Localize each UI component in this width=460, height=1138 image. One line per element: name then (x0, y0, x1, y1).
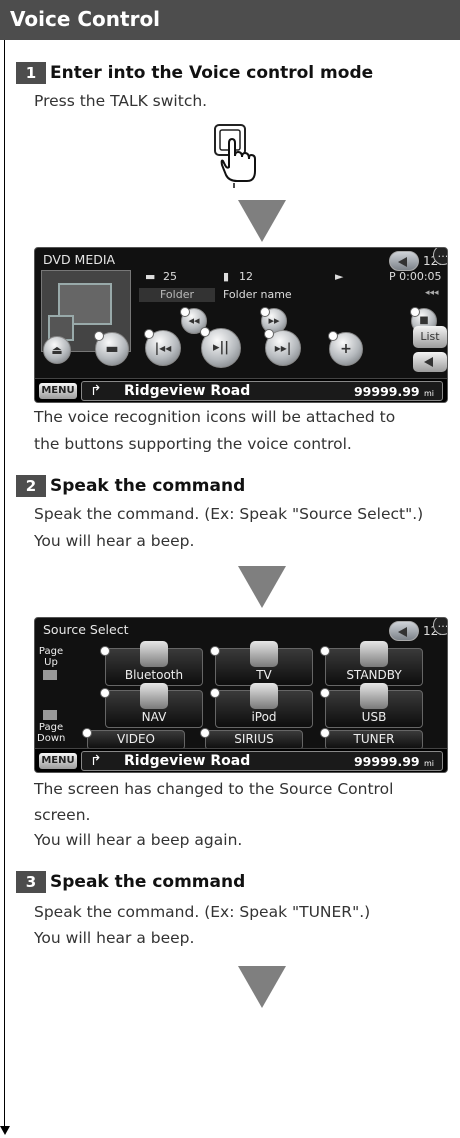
source-select-screen: Source Select 12: … Page Up Page Down Bl… (34, 617, 448, 773)
finger-press-icon (214, 124, 256, 188)
step-number: 1 (16, 62, 46, 84)
nav-icon (140, 683, 168, 709)
back-button[interactable] (389, 621, 419, 641)
list-button[interactable]: List (413, 326, 447, 348)
source-tuner-button[interactable]: TUNER (320, 728, 423, 750)
step-3-instruction: Speak the command. (Ex: Speak "TUNER".) (34, 903, 371, 921)
step-2-instruction: Speak the command. (Ex: Speak "Source Se… (34, 505, 424, 523)
step-3-beep: You will hear a beep. (34, 929, 195, 947)
road-name: Ridgeview Road (124, 383, 251, 399)
menu-button[interactable]: MENU (39, 753, 77, 769)
source-nav-button[interactable]: NAV (100, 683, 203, 728)
power-icon (360, 641, 388, 667)
talk-icon: … (433, 618, 447, 635)
ipod-icon (250, 683, 278, 709)
continuation-arrow (0, 1126, 10, 1135)
step-2-beep: You will hear a beep. (34, 532, 195, 550)
step-number: 2 (16, 475, 46, 497)
folder-name: Folder name (223, 288, 292, 301)
turn-arrow-icon: ↱ (90, 753, 102, 769)
bluetooth-icon (140, 641, 168, 667)
previous-button[interactable]: |◂◂ (144, 329, 181, 366)
file-icon: ▮ (223, 270, 230, 283)
return-button[interactable] (413, 352, 447, 372)
play-time: P 0:00:05 (389, 270, 442, 283)
step-title: Speak the command (50, 872, 246, 892)
talk-icon: … (433, 248, 447, 265)
track-info: ▬ 25 ▮ 12 ► P 0:00:05 (139, 270, 445, 284)
source-tv-button[interactable]: TV (210, 641, 313, 686)
dvd-media-screen: DVD MEDIA 12: … ▬ 25 ▮ 12 ► P 0:00:05 Fo… (34, 247, 448, 403)
page-down-icon (43, 710, 57, 720)
page-up-icon (43, 670, 57, 680)
turn-arrow-icon: ↱ (90, 383, 102, 399)
step-title: Speak the command (50, 476, 246, 496)
result-text-line2: the buttons supporting the voice control… (34, 435, 352, 453)
source-ipod-button[interactable]: iPod (210, 683, 313, 728)
step-title: Enter into the Voice control mode (50, 63, 374, 83)
down-arrow (238, 566, 286, 608)
source-bluetooth-button[interactable]: Bluetooth (100, 641, 203, 686)
eject-button[interactable]: ⏏ (43, 336, 71, 364)
usb-icon (360, 683, 388, 709)
section-header: Voice Control (0, 0, 460, 40)
menu-button[interactable]: MENU (39, 383, 77, 399)
file-count: 12 (239, 270, 253, 283)
page-down-button[interactable]: Page Down (37, 722, 65, 744)
navigation-status-bar: MENU ↱ Ridgeview Road 99999.99 mi (35, 748, 447, 772)
folder-icon: ▬ (145, 270, 156, 283)
folder-down-button[interactable]: ▬ (94, 331, 129, 366)
road-name: Ridgeview Road (124, 753, 251, 769)
distance: 99999.99 mi (353, 384, 434, 399)
back-button[interactable] (389, 251, 419, 271)
section-title: Voice Control (10, 7, 161, 31)
step-number: 3 (16, 871, 46, 893)
step-1-instruction: Press the TALK switch. (34, 92, 208, 110)
distance: 99999.99 mi (353, 754, 434, 769)
play-pause-button[interactable]: ▸|| (200, 327, 241, 368)
down-arrow (238, 966, 286, 1008)
page-up-button[interactable]: Page Up (37, 646, 65, 668)
screen-title: Source Select (43, 622, 129, 637)
down-arrow (238, 200, 286, 242)
result2-text-line3: You will hear a beep again. (34, 831, 243, 849)
play-status-icon: ► (335, 270, 344, 283)
screen-title: DVD MEDIA (43, 252, 116, 267)
nav-info[interactable]: ↱ Ridgeview Road 99999.99 mi (81, 751, 443, 771)
source-video-button[interactable]: VIDEO (82, 728, 185, 750)
source-usb-button[interactable]: USB (320, 683, 423, 728)
source-sirius-button[interactable]: SIRIUS (200, 728, 303, 750)
nav-info[interactable]: ↱ Ridgeview Road 99999.99 mi (81, 381, 443, 401)
result2-text-line2: screen. (34, 806, 91, 824)
source-standby-button[interactable]: STANDBY (320, 641, 423, 686)
next-button[interactable]: ▸▸| (264, 329, 301, 366)
folder-up-button[interactable]: + (328, 331, 363, 366)
continuation-line (4, 40, 5, 1128)
result-text-line1: The voice recognition icons will be atta… (34, 408, 396, 426)
navigation-status-bar: MENU ↱ Ridgeview Road 99999.99 mi (35, 378, 447, 402)
tv-icon (250, 641, 278, 667)
result2-text-line1: The screen has changed to the Source Con… (34, 780, 394, 798)
scroll-icon: ◂◂◂ (425, 288, 439, 298)
folder-count: 25 (163, 270, 177, 283)
folder-label: Folder (139, 288, 215, 302)
